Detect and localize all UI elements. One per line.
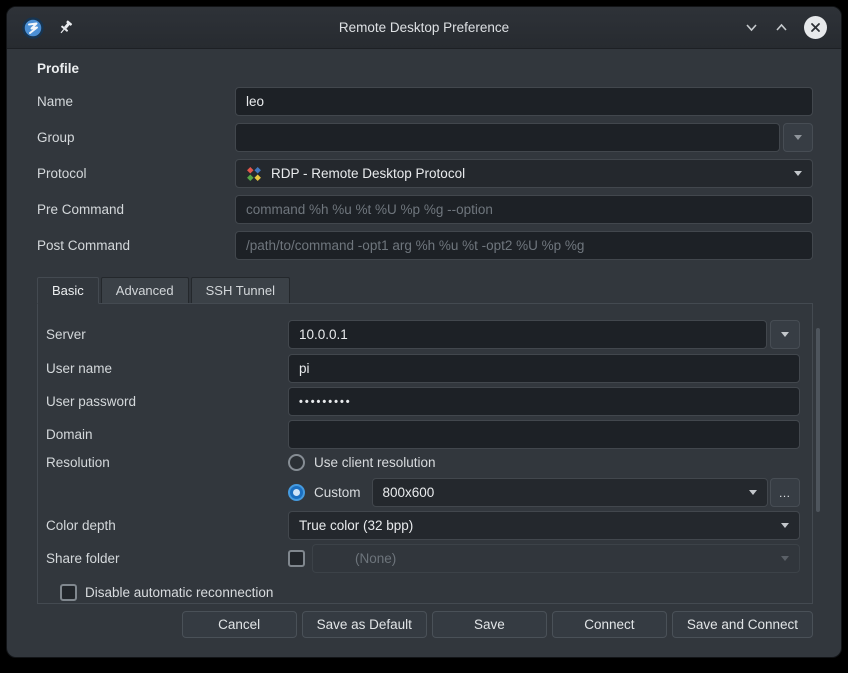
server-input[interactable] bbox=[288, 320, 767, 349]
share-folder-row: Share folder (None) bbox=[46, 544, 800, 573]
remote-desktop-preference-dialog: Remote Desktop Preference Profile Name G… bbox=[6, 6, 842, 658]
titlebar: Remote Desktop Preference bbox=[7, 7, 841, 49]
custom-resolution-radio[interactable] bbox=[288, 484, 305, 501]
use-client-resolution-radio[interactable] bbox=[288, 454, 305, 471]
group-input[interactable] bbox=[235, 123, 780, 152]
resolution-custom-row: Custom 800x600 … bbox=[46, 478, 800, 507]
share-folder-label: Share folder bbox=[46, 551, 288, 566]
tab-basic[interactable]: Basic bbox=[37, 277, 99, 304]
group-dropdown-button[interactable] bbox=[783, 123, 813, 152]
name-row: Name bbox=[37, 87, 813, 116]
resolution-label: Resolution bbox=[46, 455, 288, 470]
close-button[interactable] bbox=[804, 16, 827, 39]
save-button[interactable]: Save bbox=[432, 611, 547, 638]
window-title: Remote Desktop Preference bbox=[131, 20, 717, 35]
resolution-more-button[interactable]: … bbox=[770, 478, 800, 507]
username-row: User name bbox=[46, 354, 800, 383]
username-input[interactable] bbox=[288, 354, 800, 383]
pre-command-label: Pre Command bbox=[37, 202, 235, 217]
group-label: Group bbox=[37, 130, 235, 145]
cancel-button[interactable]: Cancel bbox=[182, 611, 297, 638]
chevron-down-icon bbox=[781, 556, 789, 561]
domain-row: Domain bbox=[46, 420, 800, 449]
username-label: User name bbox=[46, 361, 288, 376]
maximize-button[interactable] bbox=[774, 20, 789, 35]
password-label: User password bbox=[46, 394, 288, 409]
chevron-down-icon bbox=[781, 523, 789, 528]
remmina-app-icon bbox=[21, 16, 45, 40]
protocol-selected-value: RDP - Remote Desktop Protocol bbox=[271, 166, 465, 181]
pin-icon[interactable] bbox=[57, 19, 74, 36]
color-depth-row: Color depth True color (32 bpp) bbox=[46, 511, 800, 540]
custom-resolution-value: 800x600 bbox=[383, 485, 435, 500]
chevron-down-icon bbox=[794, 171, 802, 176]
color-depth-select[interactable]: True color (32 bpp) bbox=[288, 511, 800, 540]
dialog-content: Profile Name Group Protocol bbox=[7, 49, 841, 657]
protocol-row: Protocol RDP - Remote Desktop Protocol bbox=[37, 159, 813, 188]
minimize-button[interactable] bbox=[744, 20, 759, 35]
disable-reconnect-checkbox[interactable] bbox=[60, 584, 77, 601]
use-client-resolution-label: Use client resolution bbox=[314, 455, 436, 470]
save-and-connect-button[interactable]: Save and Connect bbox=[672, 611, 813, 638]
server-label: Server bbox=[46, 327, 288, 342]
tab-ssh-tunnel[interactable]: SSH Tunnel bbox=[191, 277, 290, 303]
color-depth-value: True color (32 bpp) bbox=[299, 518, 413, 533]
chevron-down-icon bbox=[794, 135, 802, 140]
share-folder-select: (None) bbox=[312, 544, 800, 573]
name-label: Name bbox=[37, 94, 235, 109]
password-input[interactable] bbox=[288, 387, 800, 416]
pre-command-input[interactable] bbox=[235, 195, 813, 224]
server-dropdown-button[interactable] bbox=[770, 320, 800, 349]
post-command-label: Post Command bbox=[37, 238, 235, 253]
color-depth-label: Color depth bbox=[46, 518, 288, 533]
domain-label: Domain bbox=[46, 427, 288, 442]
tab-bar: Basic Advanced SSH Tunnel bbox=[37, 277, 813, 303]
group-row: Group bbox=[37, 123, 813, 152]
protocol-select[interactable]: RDP - Remote Desktop Protocol bbox=[235, 159, 813, 188]
disable-reconnect-row: Disable automatic reconnection bbox=[60, 583, 800, 601]
profile-heading: Profile bbox=[37, 61, 813, 77]
domain-input[interactable] bbox=[288, 420, 800, 449]
chevron-down-icon bbox=[781, 332, 789, 337]
protocol-label: Protocol bbox=[37, 166, 235, 181]
action-buttons: Cancel Save as Default Save Connect Save… bbox=[37, 611, 813, 638]
tab-advanced[interactable]: Advanced bbox=[101, 277, 189, 303]
custom-resolution-label: Custom bbox=[314, 485, 361, 500]
disable-reconnect-label: Disable automatic reconnection bbox=[85, 585, 273, 600]
share-folder-checkbox[interactable] bbox=[288, 550, 305, 567]
pre-command-row: Pre Command bbox=[37, 195, 813, 224]
post-command-input[interactable] bbox=[235, 231, 813, 260]
share-folder-value: (None) bbox=[355, 551, 396, 566]
password-row: User password bbox=[46, 387, 800, 416]
chevron-down-icon bbox=[749, 490, 757, 495]
rdp-protocol-icon bbox=[246, 166, 262, 182]
server-row: Server bbox=[46, 320, 800, 349]
post-command-row: Post Command bbox=[37, 231, 813, 260]
custom-resolution-select[interactable]: 800x600 bbox=[372, 478, 768, 507]
name-input[interactable] bbox=[235, 87, 813, 116]
vertical-scrollbar[interactable] bbox=[816, 328, 820, 512]
basic-tab-panel: Server User name User password bbox=[37, 303, 813, 604]
save-as-default-button[interactable]: Save as Default bbox=[302, 611, 427, 638]
resolution-client-row: Resolution Use client resolution bbox=[46, 453, 800, 471]
connect-button[interactable]: Connect bbox=[552, 611, 667, 638]
